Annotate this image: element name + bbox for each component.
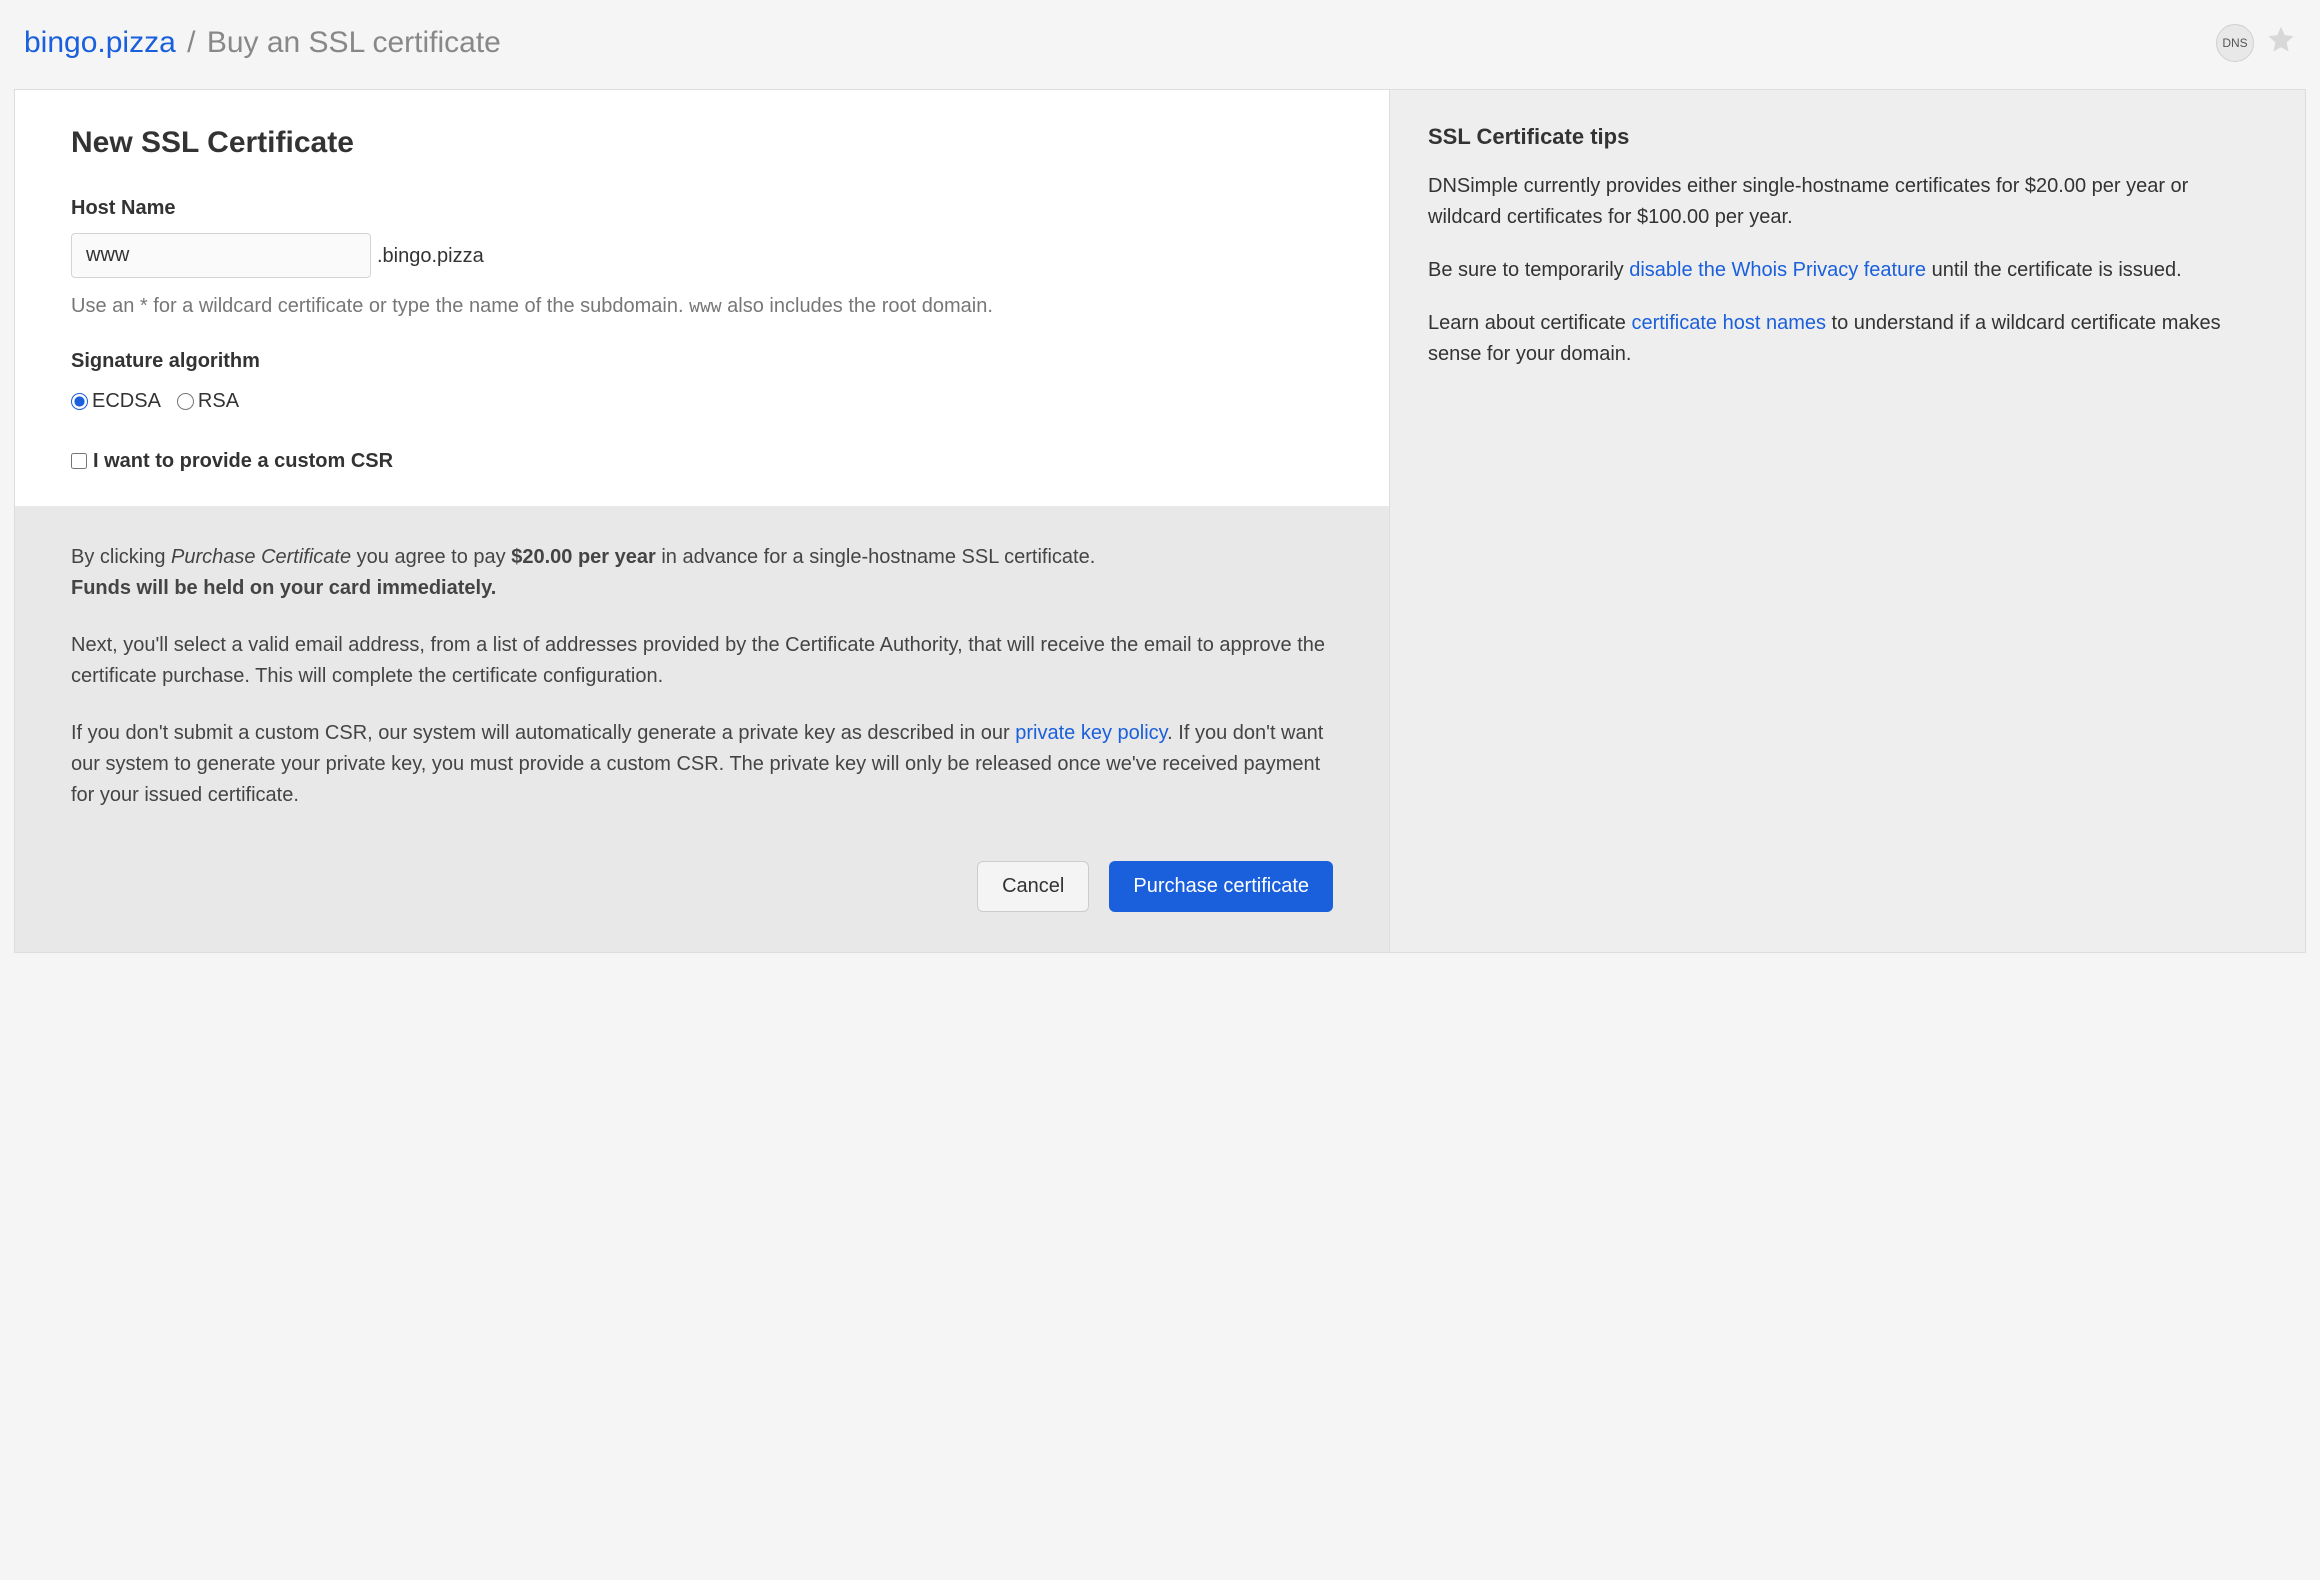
favorite-star-icon[interactable] xyxy=(2266,24,2296,62)
action-buttons: Cancel Purchase certificate xyxy=(71,861,1333,912)
algorithm-field: Signature algorithm ECDSA RSA xyxy=(71,346,1333,416)
domain-suffix: .bingo.pizza xyxy=(377,241,484,271)
page-header: bingo.pizza / Buy an SSL certificate DNS xyxy=(0,0,2320,89)
dns-badge[interactable]: DNS xyxy=(2216,24,2254,62)
cert-host-names-link[interactable]: certificate host names xyxy=(1631,312,1826,334)
notice-section: By clicking Purchase Certificate you agr… xyxy=(15,506,1389,952)
sidebar-pricing-info: DNSimple currently provides either singl… xyxy=(1428,171,2267,233)
hostname-help: Use an * for a wildcard certificate or t… xyxy=(71,290,1333,322)
form-section: New SSL Certificate Host Name .bingo.piz… xyxy=(15,90,1389,506)
custom-csr-field[interactable]: I want to provide a custom CSR xyxy=(71,446,1333,476)
cancel-button[interactable]: Cancel xyxy=(977,861,1089,912)
notice-pricing: By clicking Purchase Certificate you agr… xyxy=(71,542,1333,604)
custom-csr-checkbox[interactable] xyxy=(71,453,87,469)
breadcrumb-separator: / xyxy=(187,26,195,59)
sidebar-whois-info: Be sure to temporarily disable the Whois… xyxy=(1428,255,2267,286)
disable-whois-link[interactable]: disable the Whois Privacy feature xyxy=(1629,259,1926,281)
algorithm-label: Signature algorithm xyxy=(71,346,1333,376)
breadcrumb: bingo.pizza / Buy an SSL certificate xyxy=(24,20,501,65)
algorithm-rsa-option[interactable]: RSA xyxy=(177,386,239,416)
algorithm-rsa-label: RSA xyxy=(198,386,239,416)
notice-private-key: If you don't submit a custom CSR, our sy… xyxy=(71,718,1333,811)
notice-email: Next, you'll select a valid email addres… xyxy=(71,630,1333,692)
breadcrumb-current: Buy an SSL certificate xyxy=(207,26,501,59)
sidebar-title: SSL Certificate tips xyxy=(1428,120,2267,153)
algorithm-ecdsa-option[interactable]: ECDSA xyxy=(71,386,161,416)
hostname-input[interactable] xyxy=(71,233,371,278)
content-panel: New SSL Certificate Host Name .bingo.piz… xyxy=(14,89,2306,953)
algorithm-rsa-radio[interactable] xyxy=(177,393,194,410)
sidebar: SSL Certificate tips DNSimple currently … xyxy=(1389,90,2305,952)
sidebar-hostnames-info: Learn about certificate certificate host… xyxy=(1428,308,2267,370)
hostname-label: Host Name xyxy=(71,193,1333,223)
hostname-field: Host Name .bingo.pizza Use an * for a wi… xyxy=(71,193,1333,322)
custom-csr-label: I want to provide a custom CSR xyxy=(93,446,393,476)
breadcrumb-domain-link[interactable]: bingo.pizza xyxy=(24,26,176,59)
form-title: New SSL Certificate xyxy=(71,120,1333,165)
main-column: New SSL Certificate Host Name .bingo.piz… xyxy=(15,90,1389,952)
algorithm-ecdsa-radio[interactable] xyxy=(71,393,88,410)
header-actions: DNS xyxy=(2216,24,2296,62)
purchase-button[interactable]: Purchase certificate xyxy=(1109,861,1333,912)
private-key-policy-link[interactable]: private key policy xyxy=(1015,722,1167,744)
algorithm-ecdsa-label: ECDSA xyxy=(92,386,161,416)
